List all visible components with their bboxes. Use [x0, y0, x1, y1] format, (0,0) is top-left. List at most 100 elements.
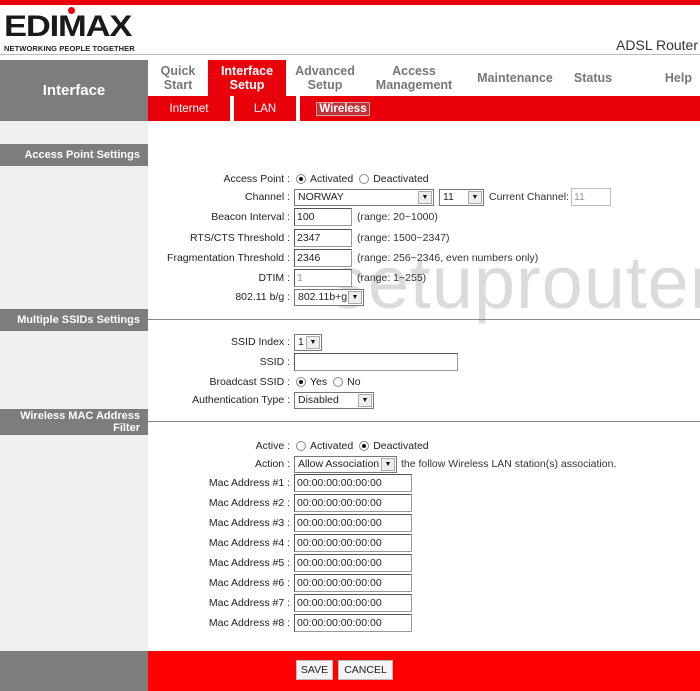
mac-address-input[interactable]: 00:00:00:00:00:00: [294, 574, 412, 592]
ssid-index-select[interactable]: 1 ▼: [294, 333, 322, 351]
broadcast-yes-radio[interactable]: [296, 377, 306, 387]
channel-country-select[interactable]: NORWAY ▼: [294, 188, 434, 206]
ssid-index-row: SSID Index : 1 ▼: [150, 333, 322, 351]
ssid-input[interactable]: [294, 353, 458, 371]
fragmentation-threshold-input[interactable]: 2346: [294, 249, 352, 267]
footer-left-panel: [0, 651, 148, 691]
tab-help[interactable]: Help: [620, 60, 700, 96]
top-accent-bar: [0, 0, 700, 5]
section-divider: [148, 319, 700, 320]
rts-threshold-input[interactable]: 2347: [294, 229, 352, 247]
chevron-down-icon: ▼: [306, 335, 320, 349]
tab-status[interactable]: Status: [566, 60, 620, 96]
mac-filter-section-header: Wireless MAC Address Filter: [0, 409, 148, 435]
mac-filter-title-line2: Filter: [113, 422, 140, 434]
mac-filter-active-label: Active :: [255, 440, 290, 452]
tab-access-management[interactable]: Access Management: [364, 60, 464, 96]
channel-label: Channel :: [245, 191, 290, 203]
ssid-section-header: Multiple SSIDs Settings: [0, 309, 148, 331]
logo-wordmark: EDIMAX: [4, 10, 132, 43]
ssid-index-value: 1: [298, 336, 304, 348]
mac-address-input[interactable]: 00:00:00:00:00:00: [294, 614, 412, 632]
channel-country-value: NORWAY: [298, 191, 344, 203]
mac-address-label: Mac Address #7 :: [208, 597, 290, 609]
beacon-interval-input[interactable]: 100: [294, 208, 352, 226]
tab-maintenance[interactable]: Maintenance: [464, 60, 566, 96]
rts-row: RTS/CTS Threshold : 2347 (range: 1500~23…: [150, 229, 450, 247]
authentication-type-row: Authentication Type : Disabled ▼: [150, 391, 374, 409]
mac-address-row: Mac Address #2 : 00:00:00:00:00:00: [150, 494, 412, 512]
fragmentation-threshold-hint: (range: 256~2346, even numbers only): [357, 252, 539, 264]
broadcast-ssid-label: Broadcast SSID :: [209, 376, 290, 388]
tab-interface-setup[interactable]: Interface Setup: [208, 60, 286, 96]
mac-address-row: Mac Address #8 : 00:00:00:00:00:00: [150, 614, 412, 632]
rts-threshold-hint: (range: 1500~2347): [357, 232, 450, 244]
mac-filter-action-suffix: the follow Wireless LAN station(s) assoc…: [401, 458, 617, 470]
mac-address-input[interactable]: 00:00:00:00:00:00: [294, 514, 412, 532]
tab-quick-start[interactable]: Quick Start: [148, 60, 208, 96]
wireless-mode-label: 802.11 b/g :: [235, 291, 290, 303]
channel-number-select[interactable]: 11 ▼: [439, 188, 484, 206]
chevron-down-icon: ▼: [348, 290, 362, 304]
left-column: [0, 121, 148, 651]
subtab-wireless[interactable]: Wireless: [300, 101, 386, 116]
wireless-mode-select[interactable]: 802.11b+g ▼: [294, 288, 364, 306]
mac-address-input[interactable]: 00:00:00:00:00:00: [294, 494, 412, 512]
dtim-label: DTIM :: [258, 272, 291, 284]
mac-filter-action-label: Action :: [254, 458, 290, 470]
dtim-row: DTIM : 1 (range: 1~255): [150, 269, 426, 287]
ssid-index-label: SSID Index :: [231, 336, 290, 348]
authentication-type-label: Authentication Type :: [192, 394, 290, 406]
mac-filter-action-select[interactable]: Allow Association ▼: [294, 455, 397, 473]
authentication-type-select[interactable]: Disabled ▼: [294, 391, 374, 409]
chevron-down-icon: ▼: [418, 190, 432, 204]
fragmentation-row: Fragmentation Threshold : 2346 (range: 2…: [150, 249, 538, 267]
main-nav: Quick Start Interface Setup Advanced Set…: [148, 60, 700, 96]
broadcast-yes-label: Yes: [310, 376, 328, 388]
subtab-internet[interactable]: Internet: [148, 103, 230, 115]
mac-address-input[interactable]: 00:00:00:00:00:00: [294, 594, 412, 612]
ssid-row: SSID :: [150, 353, 458, 371]
mac-filter-deactivated-label: Deactivated: [373, 440, 429, 452]
chevron-down-icon: ▼: [468, 190, 482, 204]
mac-address-input[interactable]: 00:00:00:00:00:00: [294, 554, 412, 572]
mac-address-label: Mac Address #3 :: [208, 517, 290, 529]
broadcast-no-radio[interactable]: [333, 377, 344, 387]
cancel-button[interactable]: CANCEL: [338, 660, 393, 680]
mac-filter-activated-radio[interactable]: [296, 441, 306, 451]
mac-address-row: Mac Address #3 : 00:00:00:00:00:00: [150, 514, 412, 532]
wireless-mode-row: 802.11 b/g : 802.11b+g ▼: [150, 288, 364, 306]
wireless-mode-value: 802.11b+g: [298, 291, 348, 303]
mac-address-row: Mac Address #5 : 00:00:00:00:00:00: [150, 554, 412, 572]
dtim-hint: (range: 1~255): [357, 272, 427, 284]
header-divider: [0, 54, 700, 55]
rts-threshold-label: RTS/CTS Threshold :: [190, 232, 290, 244]
footer-bar: [148, 651, 700, 691]
dtim-input[interactable]: 1: [294, 269, 352, 287]
mac-address-row: Mac Address #6 : 00:00:00:00:00:00: [150, 574, 412, 592]
beacon-row: Beacon Interval : 100 (range: 20~1000): [150, 208, 438, 226]
save-button[interactable]: SAVE: [296, 660, 333, 680]
mac-address-row: Mac Address #7 : 00:00:00:00:00:00: [150, 594, 412, 612]
beacon-interval-label: Beacon Interval :: [211, 211, 290, 223]
mac-address-label: Mac Address #5 :: [208, 557, 290, 569]
mac-address-label: Mac Address #2 :: [208, 497, 290, 509]
mac-filter-activated-label: Activated: [310, 440, 354, 452]
nav-section-title: Interface: [0, 60, 148, 121]
mac-address-input[interactable]: 00:00:00:00:00:00: [294, 534, 412, 552]
access-point-deactivated-radio[interactable]: [359, 174, 370, 184]
mac-address-input[interactable]: 00:00:00:00:00:00: [294, 474, 412, 492]
access-point-activated-radio[interactable]: [296, 174, 306, 184]
mac-filter-action-row: Action : Allow Association ▼ the follow …: [150, 455, 616, 473]
mac-filter-deactivated-radio[interactable]: [359, 441, 370, 451]
access-point-row: Access Point : Activated Deactivated: [150, 170, 433, 188]
tab-advanced-setup[interactable]: Advanced Setup: [286, 60, 364, 96]
subtab-lan[interactable]: LAN: [234, 103, 296, 115]
mac-filter-active-row: Active : Activated Deactivated: [150, 437, 433, 455]
chevron-down-icon: ▼: [381, 457, 395, 471]
broadcast-ssid-row: Broadcast SSID : Yes No: [150, 373, 365, 391]
subtab-wireless-label: Wireless: [316, 101, 370, 116]
ssid-label: SSID :: [259, 356, 290, 368]
mac-address-label: Mac Address #4 :: [208, 537, 290, 549]
mac-address-label: Mac Address #6 :: [208, 577, 290, 589]
